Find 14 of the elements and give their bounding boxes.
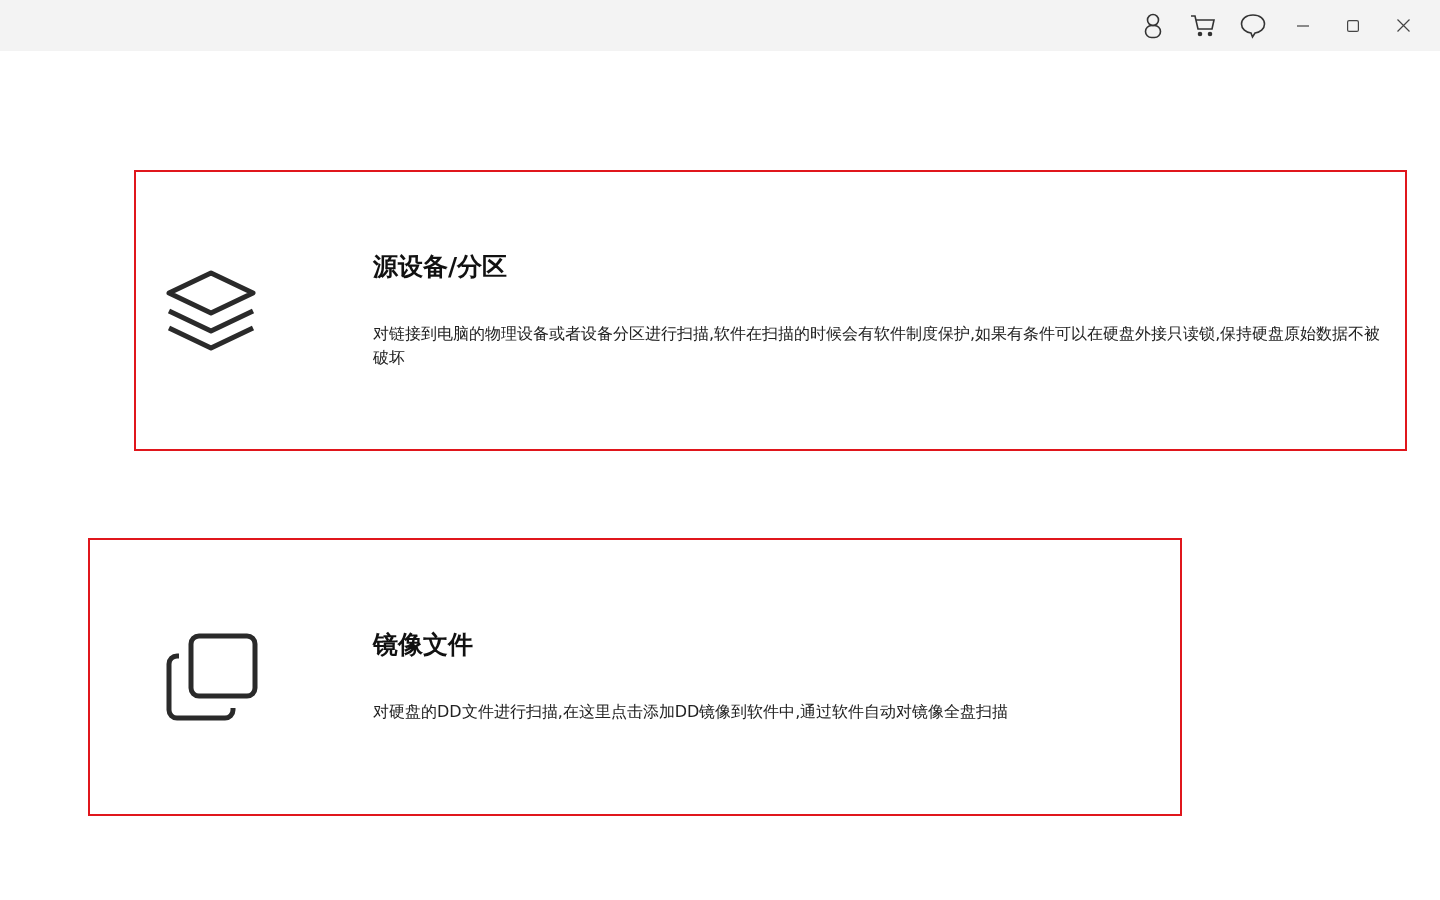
speech-bubble-icon bbox=[1240, 12, 1266, 39]
minimize-icon bbox=[1297, 24, 1309, 27]
copy-icon bbox=[166, 633, 258, 721]
card-description: 对链接到电脑的物理设备或者设备分区进行扫描,软件在扫描的时候会有软件制度保护,如果有条件可以在硬盘外接只读锁,保持硬盘原始数据不被破坏 bbox=[373, 322, 1382, 369]
option-card[interactable]: 源设备/分区 对链接到电脑的物理设备或者设备分区进行扫描,软件在扫描的时候会有软件制度保护,如果有条件可以在硬盘外接只读锁,保持硬盘原始数据不被破坏 bbox=[134, 170, 1407, 451]
card-description: 对硬盘的DD文件进行扫描,在这里点击添加DD镜像到软件中,通过软件自动对镜像全盘扫描 bbox=[373, 701, 1010, 723]
user-icon bbox=[1144, 12, 1162, 39]
option-card[interactable]: 镜像文件 对硬盘的DD文件进行扫描,在这里点击添加DD镜像到软件中,通过软件自动对镜像全盘扫描 bbox=[88, 538, 1182, 816]
close-icon bbox=[1396, 19, 1410, 32]
card-title: 镜像文件 bbox=[373, 630, 474, 660]
layers-icon bbox=[166, 269, 256, 352]
cart-icon bbox=[1190, 13, 1216, 38]
card-title: 源设备/分区 bbox=[373, 251, 509, 282]
maximize-icon bbox=[1347, 19, 1359, 32]
